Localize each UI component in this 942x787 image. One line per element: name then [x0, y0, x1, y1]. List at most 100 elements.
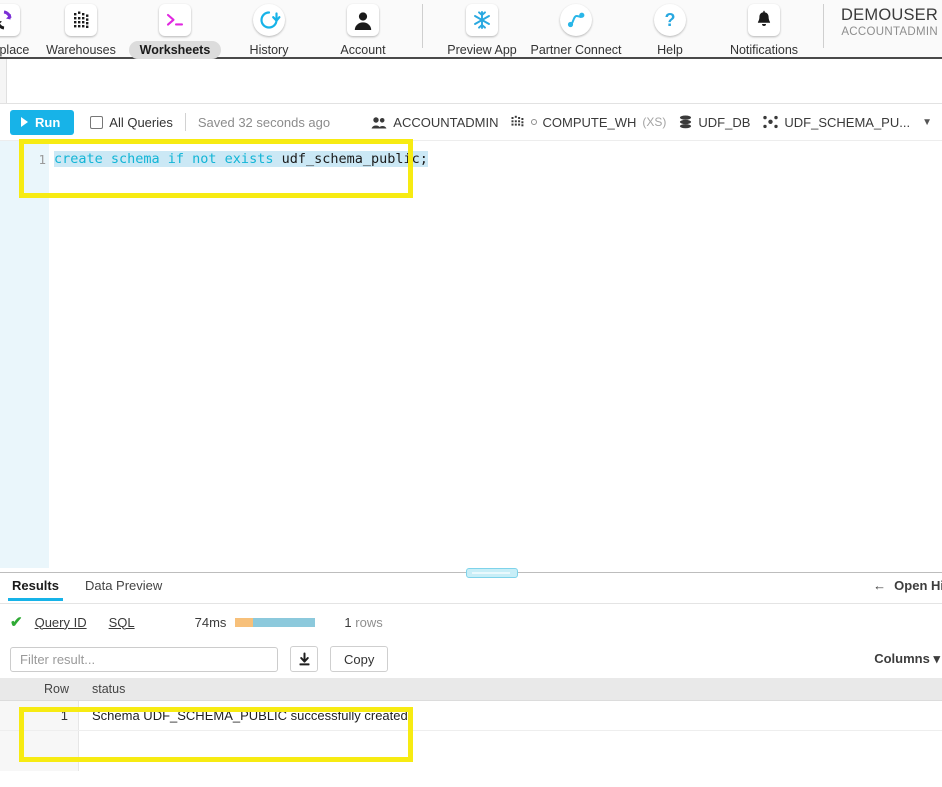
table-empty-area — [0, 731, 942, 771]
editor-gutter — [0, 141, 49, 568]
open-history-label: Open Hi — [894, 578, 942, 593]
database-icon — [679, 115, 692, 129]
nav-label-partner-connect: Partner Connect — [530, 43, 621, 57]
context-warehouse-label: COMPUTE_WH — [542, 115, 636, 130]
sql-keyword-text: create schema if not exists — [54, 151, 282, 167]
sql-link[interactable]: SQL — [109, 615, 135, 630]
svg-text:?: ? — [665, 10, 676, 30]
context-database-selector[interactable]: UDF_DB — [679, 115, 750, 130]
context-schema-label: UDF_SCHEMA_PU... — [784, 115, 910, 130]
copy-button[interactable]: Copy — [330, 646, 388, 672]
line-number: 1 — [32, 150, 46, 169]
nav-item-marketplace[interactable]: rketplace — [0, 0, 34, 57]
table-empty-gutter — [0, 731, 79, 771]
table-header-row: Row status — [0, 678, 942, 701]
help-question-icon: ? — [654, 4, 686, 36]
context-warehouse-size: (XS) — [642, 115, 666, 129]
nav-item-notifications[interactable]: Notifications — [717, 0, 811, 57]
nav-label-help: Help — [657, 43, 683, 57]
nav-items: rketplace — [0, 0, 836, 57]
all-queries-checkbox[interactable]: All Queries — [90, 115, 173, 130]
column-header-row: Row — [0, 682, 79, 696]
context-role-selector[interactable]: ACCOUNTADMIN — [371, 115, 498, 130]
editor-code-area[interactable]: 1 create schema if not exists udf_schema… — [49, 141, 942, 568]
nav-label-account: Account — [340, 43, 385, 57]
user-menu[interactable]: DEMOUSER ACCOUNTADMIN — [841, 0, 938, 39]
history-refresh-icon — [253, 4, 285, 36]
nav-divider — [422, 4, 423, 48]
duration-bar — [235, 618, 315, 627]
context-schema-selector[interactable]: UDF_SCHEMA_PU... — [763, 115, 910, 130]
nav-item-help[interactable]: ? Help — [623, 0, 717, 57]
column-header-status: status — [79, 682, 125, 696]
nav-item-history[interactable]: History — [222, 0, 316, 57]
nav-item-partner-connect[interactable]: Partner Connect — [529, 0, 623, 57]
snowflake-icon — [466, 4, 498, 36]
marketplace-icon — [0, 4, 20, 36]
left-arrow-icon: ← — [873, 578, 886, 593]
nav-item-preview-app[interactable]: Preview App — [435, 0, 529, 57]
run-button[interactable]: Run — [10, 110, 74, 135]
context-database-label: UDF_DB — [698, 115, 750, 130]
cell-status: Schema UDF_SCHEMA_PUBLIC successfully cr… — [79, 708, 411, 723]
filter-result-input[interactable] — [10, 647, 278, 672]
duration-bar-queued — [235, 618, 253, 627]
nav-label-worksheets: Worksheets — [129, 41, 222, 59]
context-role-label: ACCOUNTADMIN — [393, 115, 498, 130]
top-navigation-bar: rketplace — [0, 0, 942, 59]
duration-bar-executed — [253, 618, 315, 627]
tab-results[interactable]: Results — [10, 578, 61, 600]
sql-identifier-text: udf_schema_public; — [282, 151, 428, 167]
nav-item-worksheets[interactable]: Worksheets — [128, 0, 222, 59]
snowflake-worksheet-app: rketplace — [0, 0, 942, 787]
account-person-icon — [347, 4, 379, 36]
run-button-label: Run — [35, 115, 60, 130]
duration-label: 74ms — [195, 615, 227, 630]
nav-item-account[interactable]: Account — [316, 0, 410, 57]
partner-connect-icon — [560, 4, 592, 36]
play-icon — [21, 117, 28, 127]
columns-label: Columns — [874, 651, 930, 666]
all-queries-label: All Queries — [109, 115, 173, 130]
warehouses-grid-icon — [65, 4, 97, 36]
worksheet-tab-stub[interactable] — [0, 59, 7, 103]
toolbar-divider — [185, 113, 186, 131]
saved-status: Saved 32 seconds ago — [198, 115, 330, 130]
splitter-handle[interactable] — [466, 568, 518, 578]
sql-editor[interactable]: 1 create schema if not exists udf_schema… — [0, 140, 942, 568]
row-count-unit: rows — [355, 615, 382, 630]
tab-data-preview[interactable]: Data Preview — [83, 578, 164, 600]
nav-label-history: History — [250, 43, 289, 57]
open-history-button[interactable]: ← Open Hi — [873, 578, 942, 593]
results-panel: Results Data Preview ← Open Hi ✔ Query I… — [0, 578, 942, 787]
sql-line-1: create schema if not exists udf_schema_p… — [54, 150, 428, 169]
row-count-value: 1 — [344, 615, 351, 630]
download-icon — [297, 652, 312, 667]
user-name: DEMOUSER — [841, 6, 938, 25]
context-chevron-down-icon[interactable]: ▼ — [922, 117, 932, 128]
checkbox-box-icon — [90, 116, 103, 129]
bell-icon — [748, 4, 780, 36]
download-button[interactable] — [290, 646, 318, 672]
row-count: 1 rows — [344, 615, 382, 630]
worksheets-prompt-icon — [159, 4, 191, 36]
results-meta-bar: ✔ Query ID SQL 74ms 1 rows — [0, 604, 942, 640]
query-id-link[interactable]: Query ID — [35, 615, 87, 630]
columns-dropdown[interactable]: Columns ▾ — [874, 651, 940, 667]
nav-item-warehouses[interactable]: Warehouses — [34, 0, 128, 57]
warehouse-status-dot-icon — [531, 119, 537, 125]
cell-row-number: 1 — [0, 701, 79, 730]
worksheet-tab-strip[interactable] — [0, 59, 942, 104]
query-toolbar: Run All Queries Saved 32 seconds ago ACC… — [0, 104, 942, 140]
table-row[interactable]: 1 Schema UDF_SCHEMA_PUBLIC successfully … — [0, 701, 942, 731]
nav-divider-user — [823, 4, 824, 48]
panel-splitter[interactable] — [0, 568, 942, 578]
chevron-down-icon: ▾ — [933, 651, 940, 666]
people-icon — [371, 116, 387, 129]
nav-label-preview-app: Preview App — [447, 43, 516, 57]
nav-label-marketplace: rketplace — [0, 43, 29, 57]
results-filter-bar: Copy Columns ▾ — [0, 640, 942, 678]
success-check-icon: ✔ — [10, 613, 23, 631]
context-warehouse-selector[interactable]: COMPUTE_WH (XS) — [511, 115, 666, 130]
results-tab-bar: Results Data Preview ← Open Hi — [0, 578, 942, 604]
